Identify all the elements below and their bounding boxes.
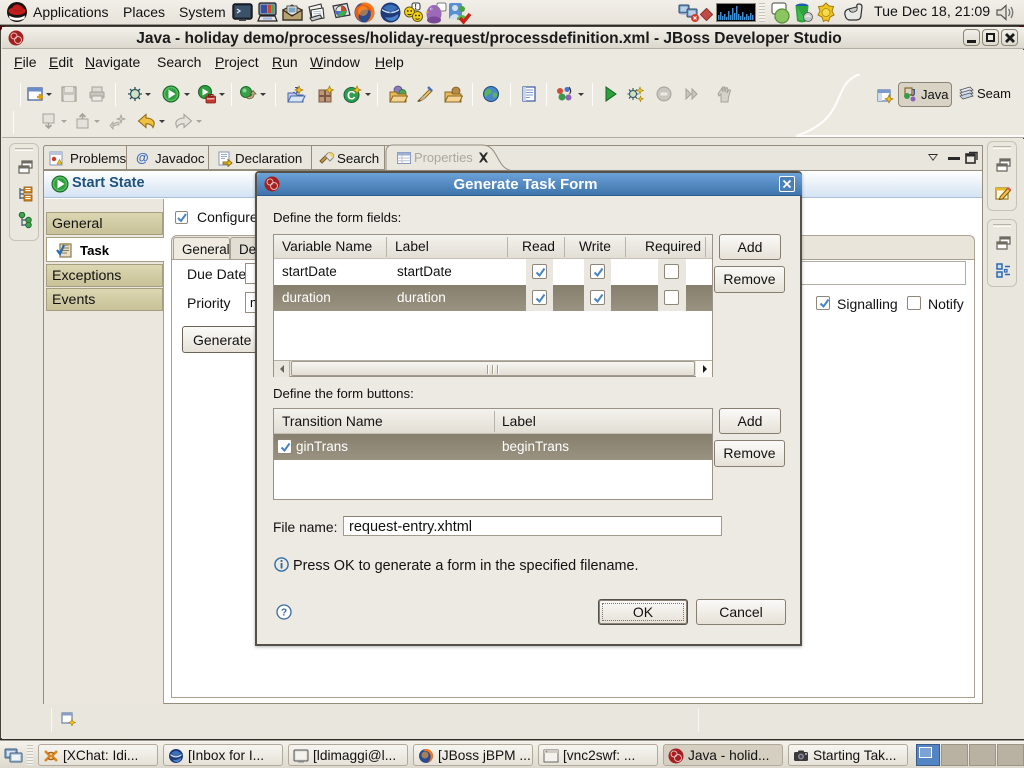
- svg-text:!: !: [415, 4, 417, 11]
- svg-text:?: ?: [281, 608, 287, 619]
